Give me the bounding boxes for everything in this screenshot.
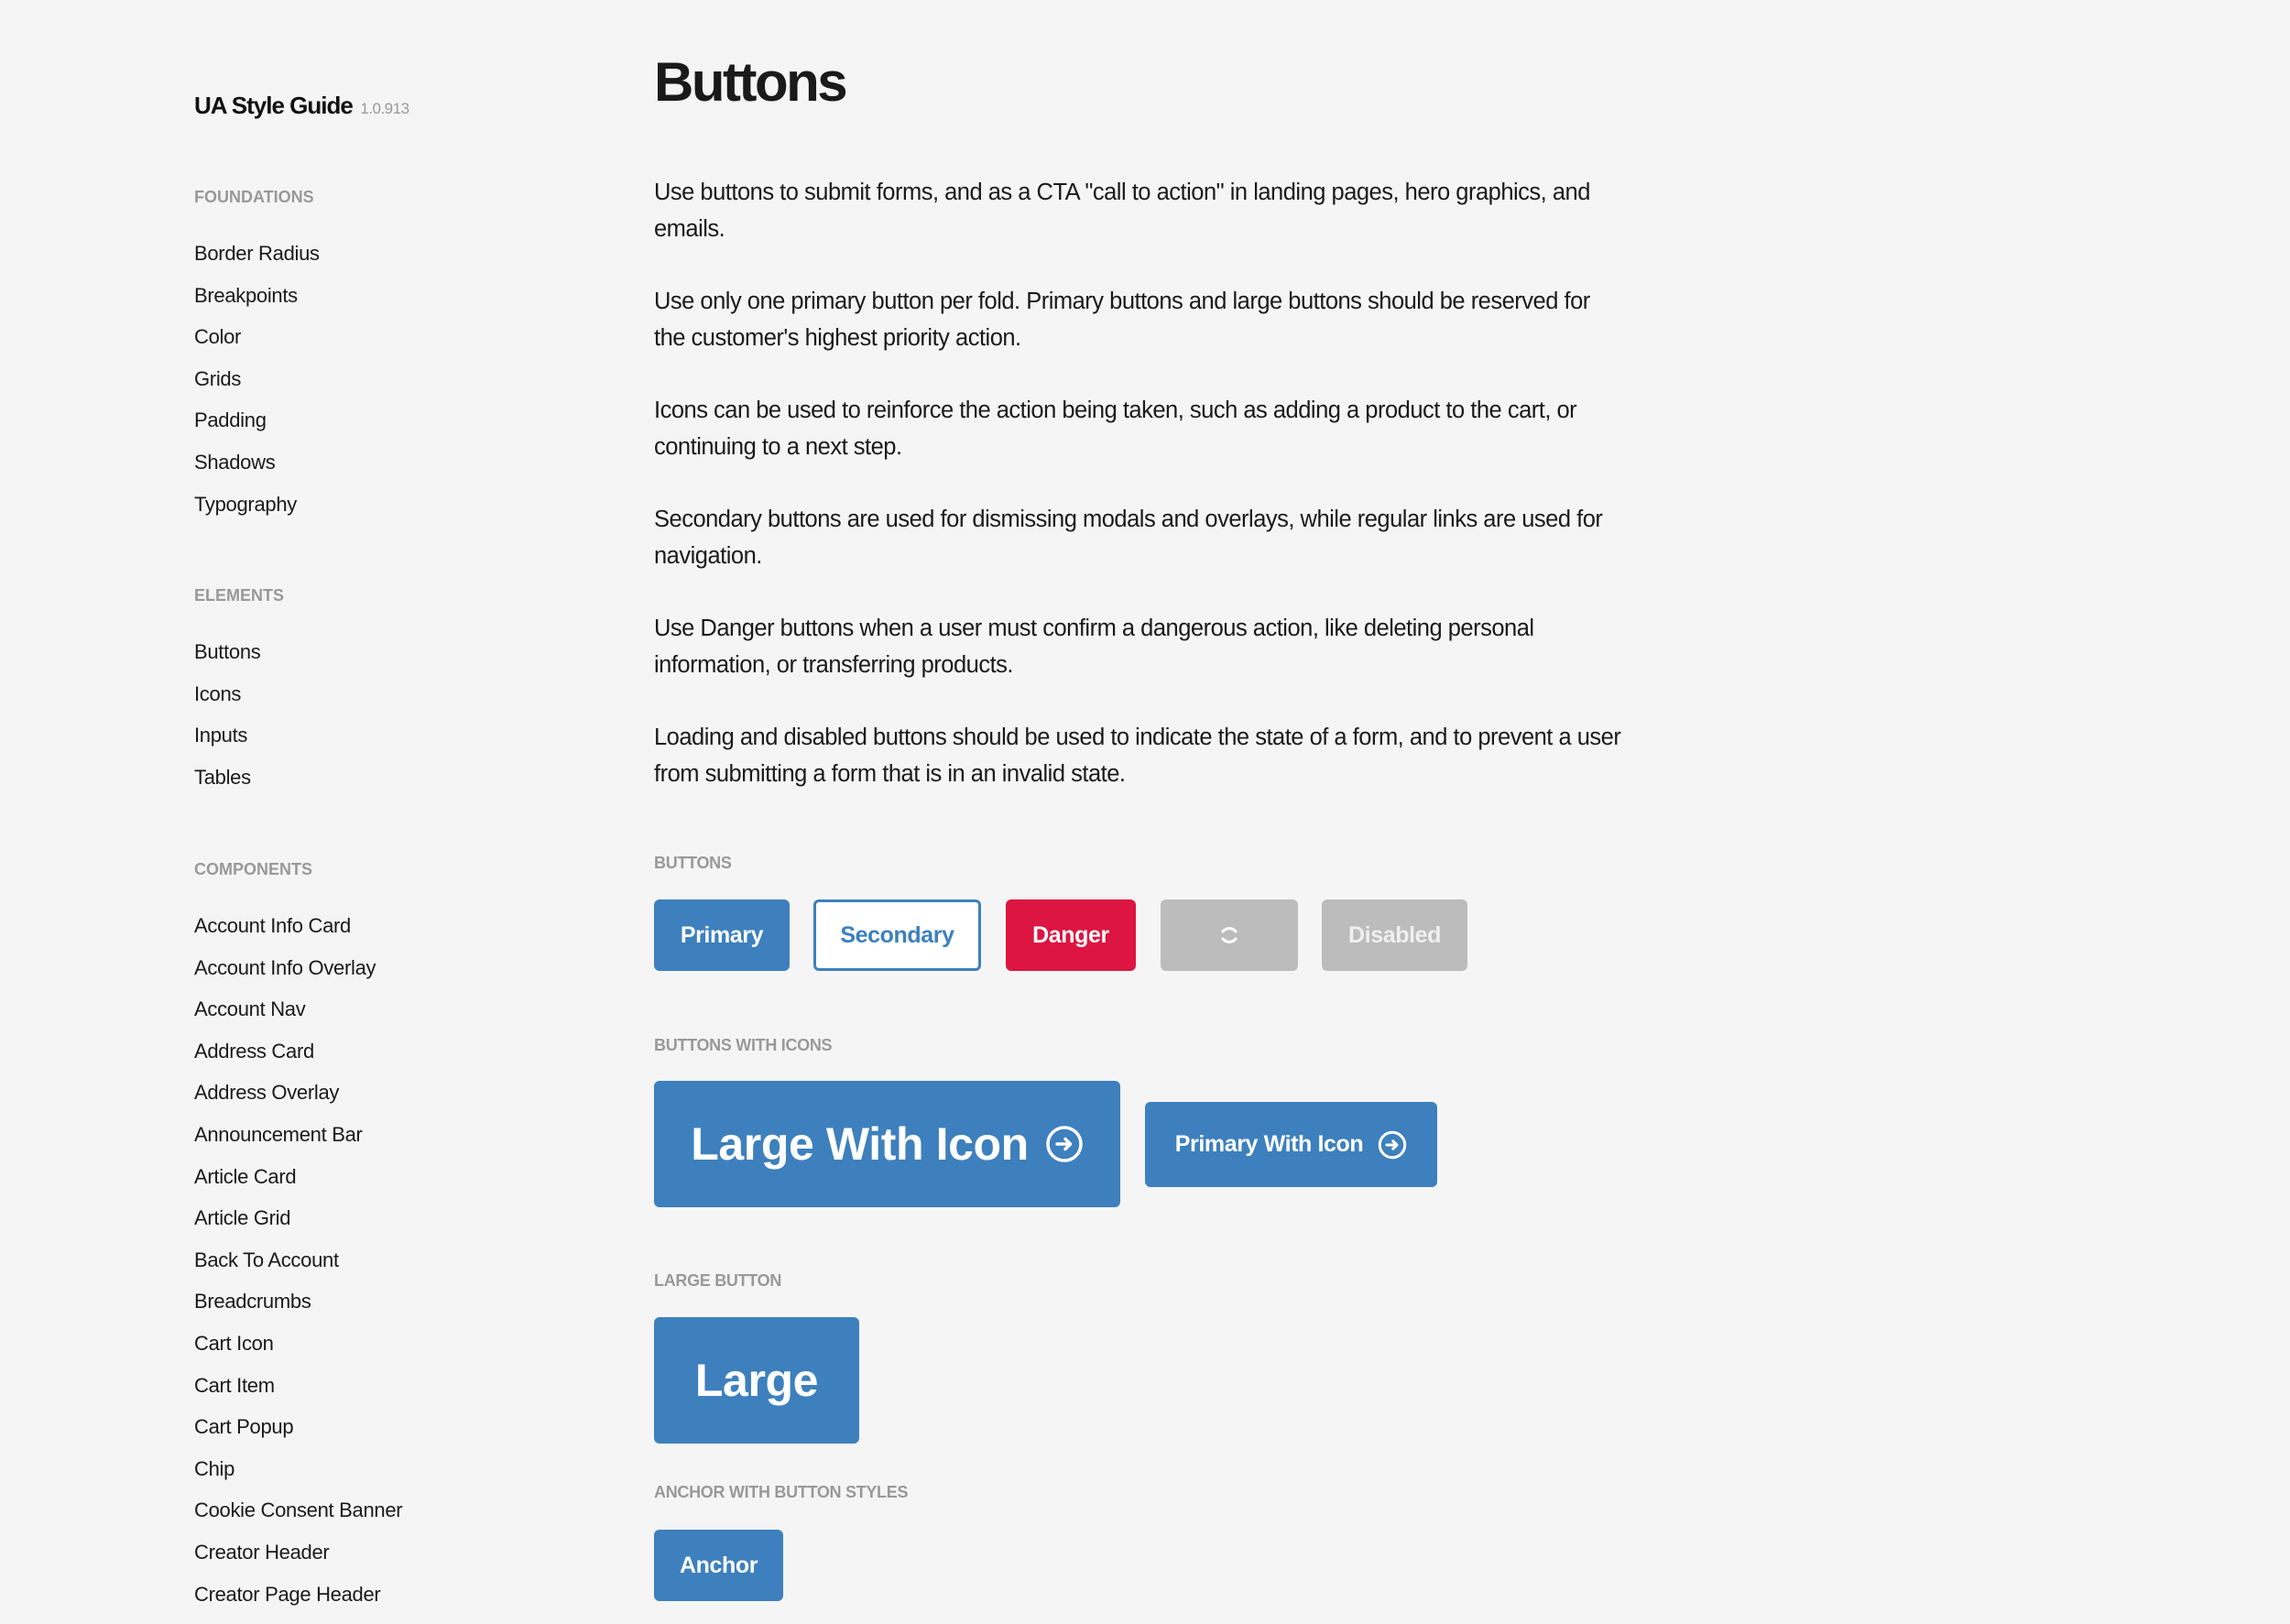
- intro-text: Use buttons to submit forms, and as a CT…: [654, 174, 1625, 828]
- spinner-icon: [1219, 925, 1239, 945]
- large-with-icon-button[interactable]: Large With Icon: [654, 1081, 1120, 1207]
- large-with-icon-label: Large With Icon: [691, 1118, 1029, 1170]
- section-label-anchor: ANCHOR WITH BUTTON STYLES: [654, 1483, 909, 1501]
- sidebar-item-shadows[interactable]: Shadows: [194, 452, 320, 494]
- nav-list-foundations: Border Radius Breakpoints Color Grids Pa…: [194, 243, 320, 535]
- sidebar-item-creator-page-header[interactable]: Creator Page Header: [194, 1583, 402, 1624]
- sidebar-item-account-info-overlay[interactable]: Account Info Overlay: [194, 956, 402, 999]
- intro-paragraph: Use only one primary button per fold. Pr…: [654, 289, 1590, 351]
- sidebar-item-address-card[interactable]: Address Card: [194, 1040, 402, 1083]
- nav-heading-elements: ELEMENTS: [194, 586, 285, 605]
- sidebar-item-back-to-account[interactable]: Back To Account: [194, 1248, 402, 1292]
- sidebar-item-padding[interactable]: Padding: [194, 409, 320, 452]
- sidebar-item-article-grid[interactable]: Article Grid: [194, 1207, 402, 1249]
- sidebar-item-article-card[interactable]: Article Card: [194, 1165, 402, 1208]
- nav-list-elements: Buttons Icons Inputs Tables: [194, 641, 284, 808]
- arrow-right-circle-icon: [1378, 1130, 1407, 1160]
- sidebar-item-chip[interactable]: Chip: [194, 1457, 402, 1500]
- loading-button[interactable]: [1161, 899, 1298, 971]
- sidebar-item-icons[interactable]: Icons: [194, 682, 284, 725]
- anchor-button[interactable]: Anchor: [654, 1530, 783, 1601]
- sidebar-item-tables[interactable]: Tables: [194, 766, 284, 809]
- brand-title[interactable]: UA Style Guide: [194, 92, 354, 119]
- section-label-large-button: LARGE BUTTON: [654, 1271, 782, 1290]
- primary-with-icon-label: Primary With Icon: [1174, 1131, 1364, 1157]
- intro-paragraph: Use buttons to submit forms, and as a CT…: [654, 180, 1590, 242]
- brand[interactable]: UA Style Guide 1.0.913: [194, 92, 409, 120]
- sidebar-item-border-radius[interactable]: Border Radius: [194, 243, 320, 285]
- sidebar-item-breakpoints[interactable]: Breakpoints: [194, 284, 320, 327]
- nav-list-components: Account Info Card Account Info Overlay A…: [194, 915, 403, 1624]
- nav-heading-foundations: FOUNDATIONS: [194, 188, 314, 206]
- intro-paragraph: Use Danger buttons when a user must conf…: [654, 616, 1534, 678]
- sidebar-item-creator-header[interactable]: Creator Header: [194, 1542, 402, 1584]
- nav-heading-components: COMPONENTS: [194, 860, 313, 878]
- sidebar-item-cart-item[interactable]: Cart Item: [194, 1374, 402, 1417]
- large-button[interactable]: Large: [654, 1317, 859, 1444]
- primary-button[interactable]: Primary: [654, 899, 790, 971]
- sidebar-item-inputs[interactable]: Inputs: [194, 725, 284, 767]
- sidebar-item-typography[interactable]: Typography: [194, 493, 320, 536]
- sidebar-item-color[interactable]: Color: [194, 326, 320, 368]
- sidebar-item-announcement-bar[interactable]: Announcement Bar: [194, 1124, 402, 1166]
- sidebar-item-account-nav[interactable]: Account Nav: [194, 998, 402, 1041]
- section-label-buttons-with-icons: BUTTONS WITH ICONS: [654, 1036, 833, 1054]
- primary-with-icon-button[interactable]: Primary With Icon: [1145, 1102, 1437, 1187]
- arrow-right-circle-icon: [1045, 1125, 1084, 1163]
- sidebar-item-account-info-card[interactable]: Account Info Card: [194, 915, 402, 957]
- sidebar-item-address-overlay[interactable]: Address Overlay: [194, 1082, 402, 1124]
- nav-group-elements: ELEMENTS Buttons Icons Inputs Tables: [194, 584, 284, 808]
- nav-group-foundations: FOUNDATIONS Border Radius Breakpoints Co…: [194, 186, 320, 535]
- danger-button[interactable]: Danger: [1006, 899, 1136, 971]
- sidebar-item-cart-popup[interactable]: Cart Popup: [194, 1416, 402, 1458]
- sidebar-item-cookie-consent-banner[interactable]: Cookie Consent Banner: [194, 1499, 403, 1542]
- disabled-button: Disabled: [1322, 899, 1467, 971]
- sidebar-item-breadcrumbs[interactable]: Breadcrumbs: [194, 1291, 402, 1333]
- nav-group-components: COMPONENTS Account Info Card Account Inf…: [194, 858, 403, 1624]
- intro-paragraph: Icons can be used to reinforce the actio…: [654, 398, 1577, 460]
- sidebar-item-buttons[interactable]: Buttons: [194, 641, 284, 683]
- secondary-button[interactable]: Secondary: [813, 899, 981, 971]
- section-label-buttons: BUTTONS: [654, 854, 732, 872]
- sidebar-item-cart-icon[interactable]: Cart Icon: [194, 1333, 402, 1375]
- page-title: Buttons: [654, 51, 848, 113]
- intro-paragraph: Loading and disabled buttons should be u…: [654, 725, 1621, 787]
- intro-paragraph: Secondary buttons are used for dismissin…: [654, 507, 1603, 569]
- sidebar-item-grids[interactable]: Grids: [194, 367, 320, 410]
- brand-version: 1.0.913: [360, 100, 409, 117]
